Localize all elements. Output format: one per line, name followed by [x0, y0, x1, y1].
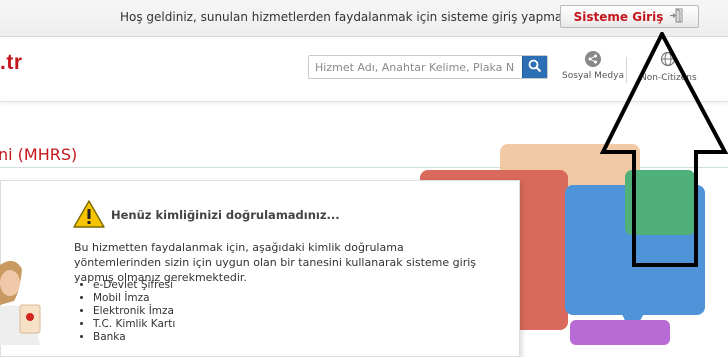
login-button-label: Sisteme Giriş [573, 9, 664, 24]
search-input[interactable] [309, 56, 521, 78]
share-icon [584, 51, 601, 67]
search-icon [528, 58, 542, 77]
page-title: ni (MHRS) [0, 145, 78, 164]
person-illustration [0, 255, 52, 349]
site-logo[interactable]: .tr [0, 51, 23, 75]
auth-method-item: Mobil İmza [93, 292, 175, 305]
auth-method-item: Banka [93, 331, 175, 344]
auth-methods-list: e-Devlet Şifresi Mobil İmza Elektronik İ… [76, 279, 175, 344]
door-login-icon [669, 7, 685, 26]
warning-icon [73, 200, 105, 232]
login-button[interactable]: Sisteme Giriş [560, 5, 699, 28]
auth-method-item: Elektronik İmza [93, 305, 175, 318]
welcome-message: Hoş geldiniz, sunulan hizmetlerden fayda… [120, 10, 600, 24]
auth-method-item: T.C. Kimlik Kartı [93, 318, 175, 331]
warning-title: Henüz kimliğinizi doğrulamadınız... [111, 208, 340, 222]
search-box [308, 55, 548, 79]
annotation-arrow [599, 29, 728, 272]
auth-method-item: e-Devlet Şifresi [93, 279, 175, 292]
search-button[interactable] [522, 56, 547, 78]
